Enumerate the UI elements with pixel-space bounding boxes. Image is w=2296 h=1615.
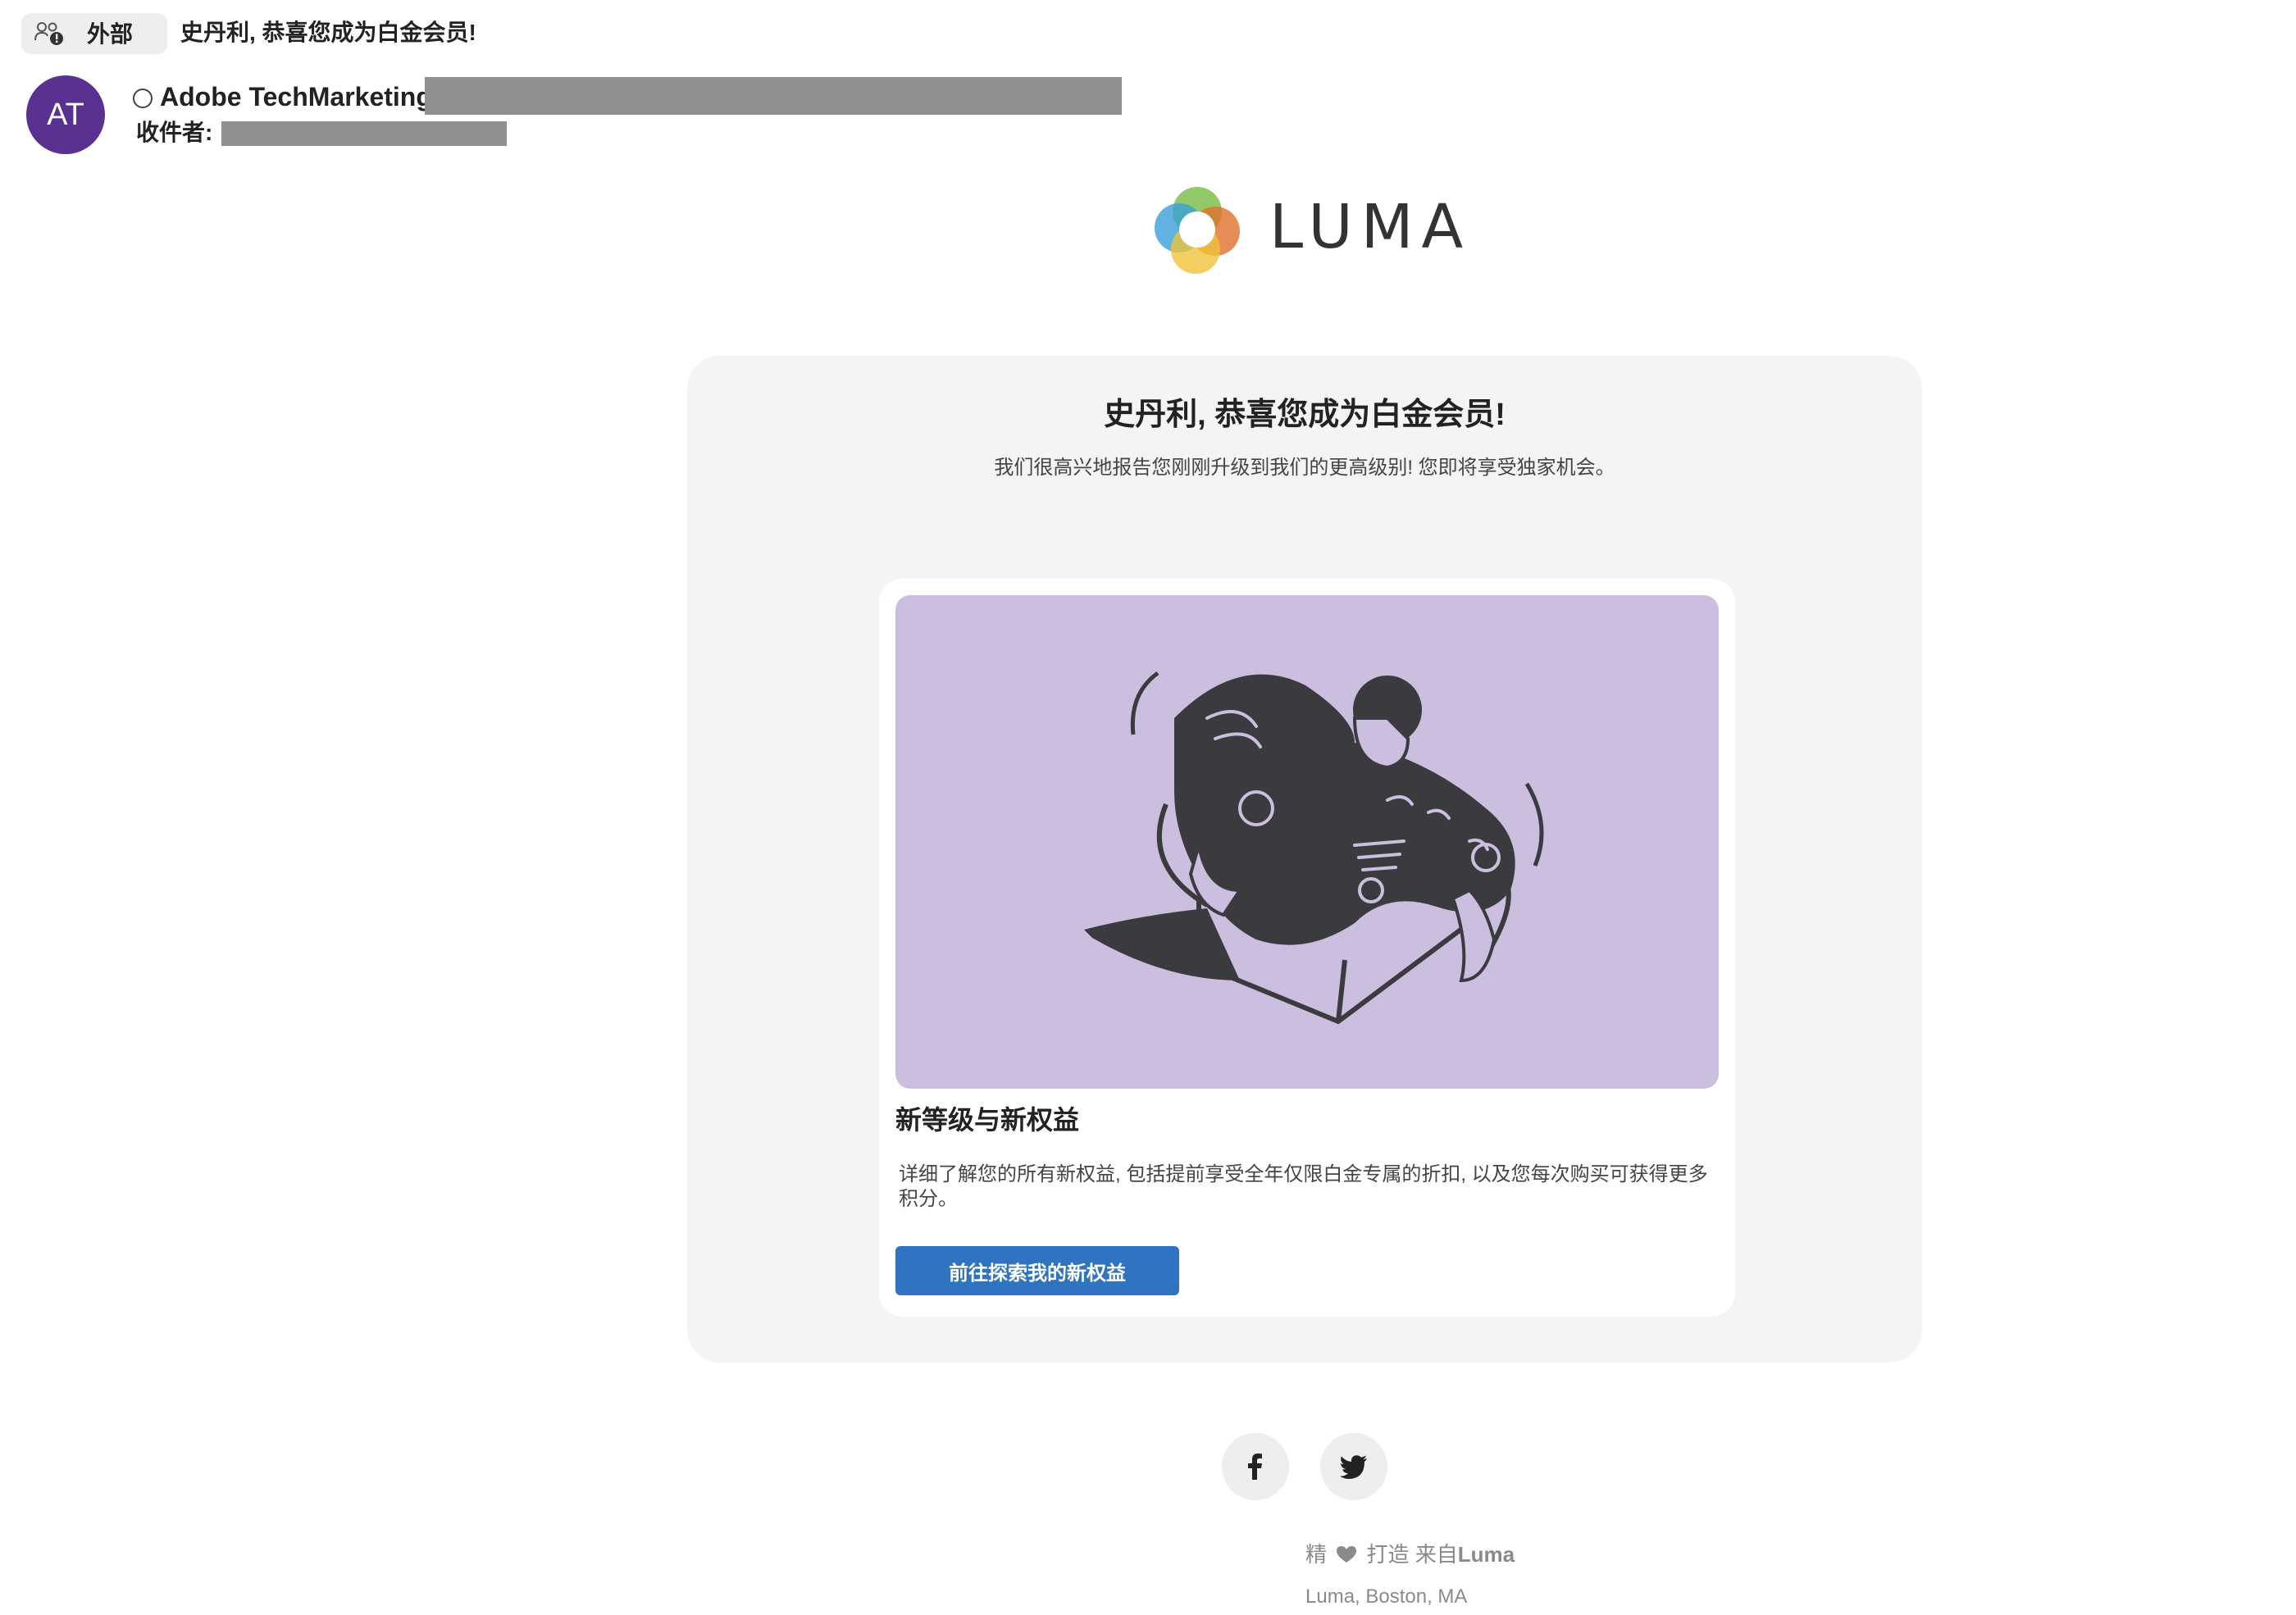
facebook-link[interactable] [1222,1433,1289,1500]
redacted-recipient [221,121,507,146]
email-subheadline: 我们很高兴地报告您刚刚升级到我们的更高级别! 您即将享受独家机会。 [994,457,1615,479]
made-with-line: 精 打造 来自Luma [0,1541,2296,1567]
avatar-initials: AT [47,97,84,132]
email-card: 史丹利, 恭喜您成为白金会员! 我们很高兴地报告您刚刚升级到我们的更高级别! 您… [687,356,1922,1363]
company-address: Luma, Boston, MA [1305,1585,1468,1608]
external-user-icon [34,22,63,45]
external-tag-label: 外部 [87,21,134,47]
benefit-title: 新等级与新权益 [895,1105,1080,1135]
made-with-middle: 打造 来自 [1366,1542,1458,1567]
luma-logo-text: LUMA [1269,192,1472,262]
twitter-link[interactable] [1320,1433,1387,1500]
explore-benefits-button[interactable]: 前往探索我的新权益 [895,1246,1179,1295]
luma-logo-icon [1155,187,1240,274]
sender-avatar[interactable]: AT [26,75,105,154]
sender-name[interactable]: Adobe TechMarketing [160,82,432,111]
benefit-description: 详细了解您的所有新权益, 包括提前享受全年仅限白金专属的折扣, 以及您每次购买可… [899,1163,1708,1210]
heart-icon [1337,1546,1357,1563]
person-in-box-illustration [1084,671,1544,1024]
benefit-card: 新等级与新权益 详细了解您的所有新权益, 包括提前享受全年仅限白金专属的折扣, … [879,579,1735,1317]
made-with-prefix: 精 [1305,1542,1328,1567]
external-sender-badge: 外部 [21,13,167,54]
facebook-icon [1248,1454,1262,1480]
made-with-brand[interactable]: Luma [1458,1542,1515,1567]
hero-illustration [895,595,1719,1089]
email-headline: 史丹利, 恭喜您成为白金会员! [1104,398,1506,432]
recipient-label: 收件者: [136,120,213,145]
twitter-icon [1340,1455,1367,1479]
presence-icon [133,89,153,108]
redacted-sender-address [425,77,1122,115]
email-subject: 史丹利, 恭喜您成为白金会员! [180,20,476,45]
